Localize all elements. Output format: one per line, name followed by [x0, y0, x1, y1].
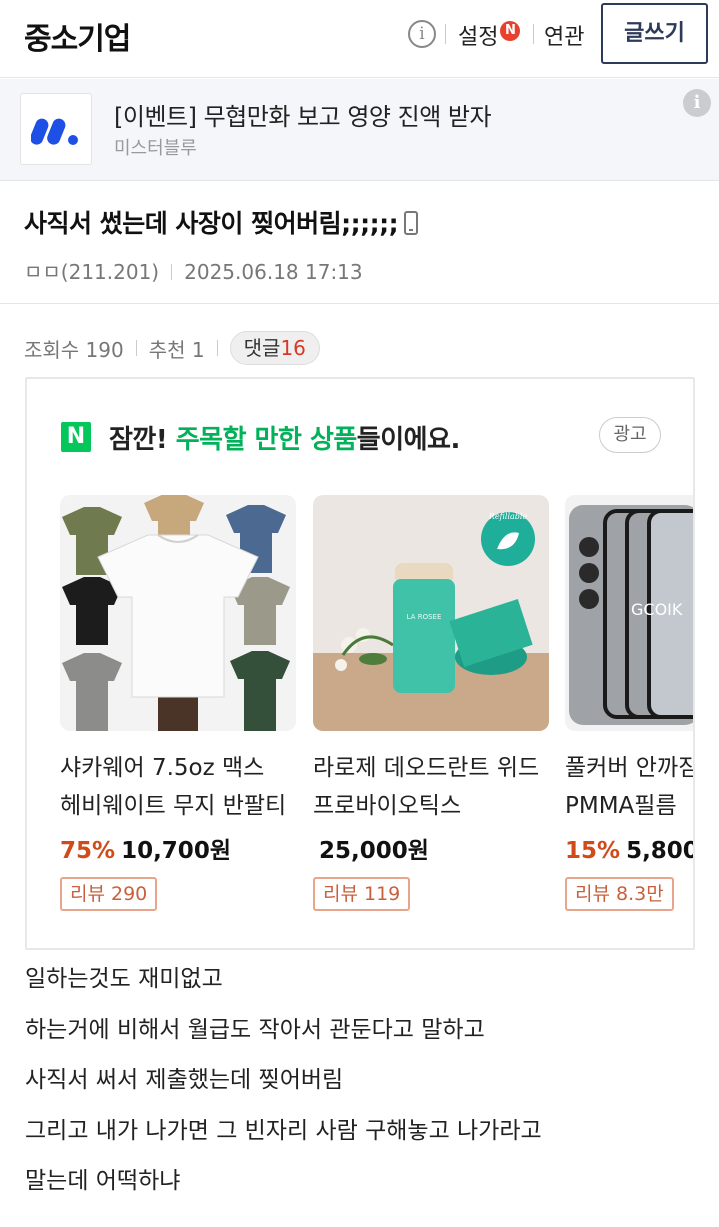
refillable-text: Refillable — [488, 512, 528, 521]
product-discount: 75% — [60, 838, 116, 864]
settings-button[interactable]: 설정 N — [458, 19, 521, 51]
product-price: 25,000원 — [319, 838, 429, 864]
divider — [445, 24, 446, 44]
product-price-row: 15%5,800원 — [565, 831, 693, 865]
product-price-row: 25,000원 — [313, 831, 549, 865]
comments-button[interactable]: 댓글16 — [229, 331, 320, 365]
headline-highlight: 주목할 만한 상품 — [175, 425, 358, 455]
la-rosee-text: LA ROSEE — [407, 613, 442, 621]
post-meta: ㅁㅁ(211.201) 2025.06.18 17:13 — [24, 256, 363, 285]
product-ad-widget: N 잠깐! 주목할 만한 상품들이에요. 광고 샤카웨어 7.5oz 맥스 헤비… — [25, 377, 695, 950]
settings-label: 설정 — [458, 25, 499, 50]
divider — [533, 24, 534, 44]
new-badge: N — [500, 21, 521, 41]
headline-part1: 잠깐! — [109, 425, 176, 455]
product-price: 10,700원 — [121, 838, 231, 864]
widget-headline: 잠깐! 주목할 만한 상품들이에요. — [109, 419, 460, 456]
misterblue-logo-icon — [31, 118, 78, 145]
product-price-row: 75% 10,700원 — [60, 831, 296, 865]
comments-count: 16 — [280, 336, 306, 360]
naver-logo-icon: N — [61, 422, 91, 452]
board-header: 중소기업 i 설정 N 연관 글쓰기 — [0, 0, 719, 78]
comments-label: 댓글 — [243, 336, 281, 360]
post-body: 일하는것도 재미없고 하는거에 비해서 월급도 작아서 관둔다고 말하고 사직서… — [25, 954, 705, 1207]
product-name[interactable]: 풀커버 안까짐 강화 PMMA필름 — [565, 749, 693, 825]
write-button[interactable]: 글쓰기 — [601, 3, 708, 64]
review-count-badge: 리뷰 290 — [60, 877, 158, 911]
post-title-text: 사직서 썼는데 사장이 찢어버림;;;;;; — [24, 209, 399, 238]
divider — [216, 340, 218, 356]
body-line: 그리고 내가 나가면 그 빈자리 사람 구해놓고 나가라고 — [25, 1117, 542, 1144]
body-line: 사직서 써서 제출했는데 찢어버림 — [25, 1067, 344, 1093]
product-image[interactable] — [60, 495, 296, 731]
ad-banner[interactable]: [이벤트] 무협만화 보고 영양 진액 받자 미스터블루 i — [0, 79, 719, 181]
gcoik-text: GCOIK — [631, 600, 683, 619]
product-name[interactable]: 샤카웨어 7.5oz 맥스 헤비웨이트 무지 반팔티 — [60, 749, 296, 825]
board-title[interactable]: 중소기업 — [24, 14, 131, 58]
info-icon[interactable]: i — [683, 89, 711, 117]
divider — [171, 264, 173, 280]
body-line: 말는데 어떡하냐 — [25, 1168, 181, 1194]
ad-title[interactable]: [이벤트] 무협만화 보고 영양 진액 받자 — [114, 97, 492, 132]
post-author[interactable]: ㅁㅁ(211.201) — [24, 260, 159, 284]
ad-label-button[interactable]: 광고 — [599, 417, 661, 453]
related-button[interactable]: 연관 — [544, 19, 584, 51]
review-count-badge: 리뷰 8.3만 — [565, 877, 674, 911]
view-count: 조회수 190 — [24, 337, 124, 362]
headline-part2: 들이에요. — [356, 425, 461, 455]
review-count-badge: 리뷰 119 — [313, 877, 411, 911]
body-line: 일하는것도 재미없고 — [25, 966, 223, 992]
advertiser-logo — [20, 93, 92, 165]
product-name[interactable]: 라로제 데오드란트 위드 프로바이오틱스 — [313, 749, 549, 825]
post-stats: 조회수 190 추천 1 댓글16 — [24, 331, 320, 365]
post-datetime: 2025.06.18 17:13 — [184, 260, 363, 284]
body-line: 하는거에 비해서 월급도 작아서 관둔다고 말하고 — [25, 1016, 485, 1043]
product-card[interactable]: 샤카웨어 7.5oz 맥스 헤비웨이트 무지 반팔티 75% 10,700원 리뷰… — [60, 495, 296, 911]
info-circle-icon[interactable]: i — [408, 20, 436, 48]
product-price: 5,800원 — [626, 838, 693, 864]
post-title: 사직서 썼는데 사장이 찢어버림;;;;;; — [24, 204, 419, 240]
divider — [0, 303, 719, 304]
mobile-icon — [404, 211, 419, 235]
divider — [135, 340, 137, 356]
product-card[interactable]: Refillable LA ROSEE 라로제 데오드란트 위드 프로바이오틱스… — [313, 495, 549, 911]
recommend-count: 추천 1 — [148, 337, 205, 362]
product-image[interactable]: Refillable LA ROSEE — [313, 495, 549, 731]
product-image[interactable]: GCOIK — [565, 495, 693, 731]
product-card[interactable]: GCOIK 풀커버 안까짐 강화 PMMA필름 15%5,800원 리뷰 8.3… — [565, 495, 693, 911]
ad-advertiser: 미스터블루 — [114, 138, 197, 159]
product-discount: 15% — [565, 838, 621, 864]
